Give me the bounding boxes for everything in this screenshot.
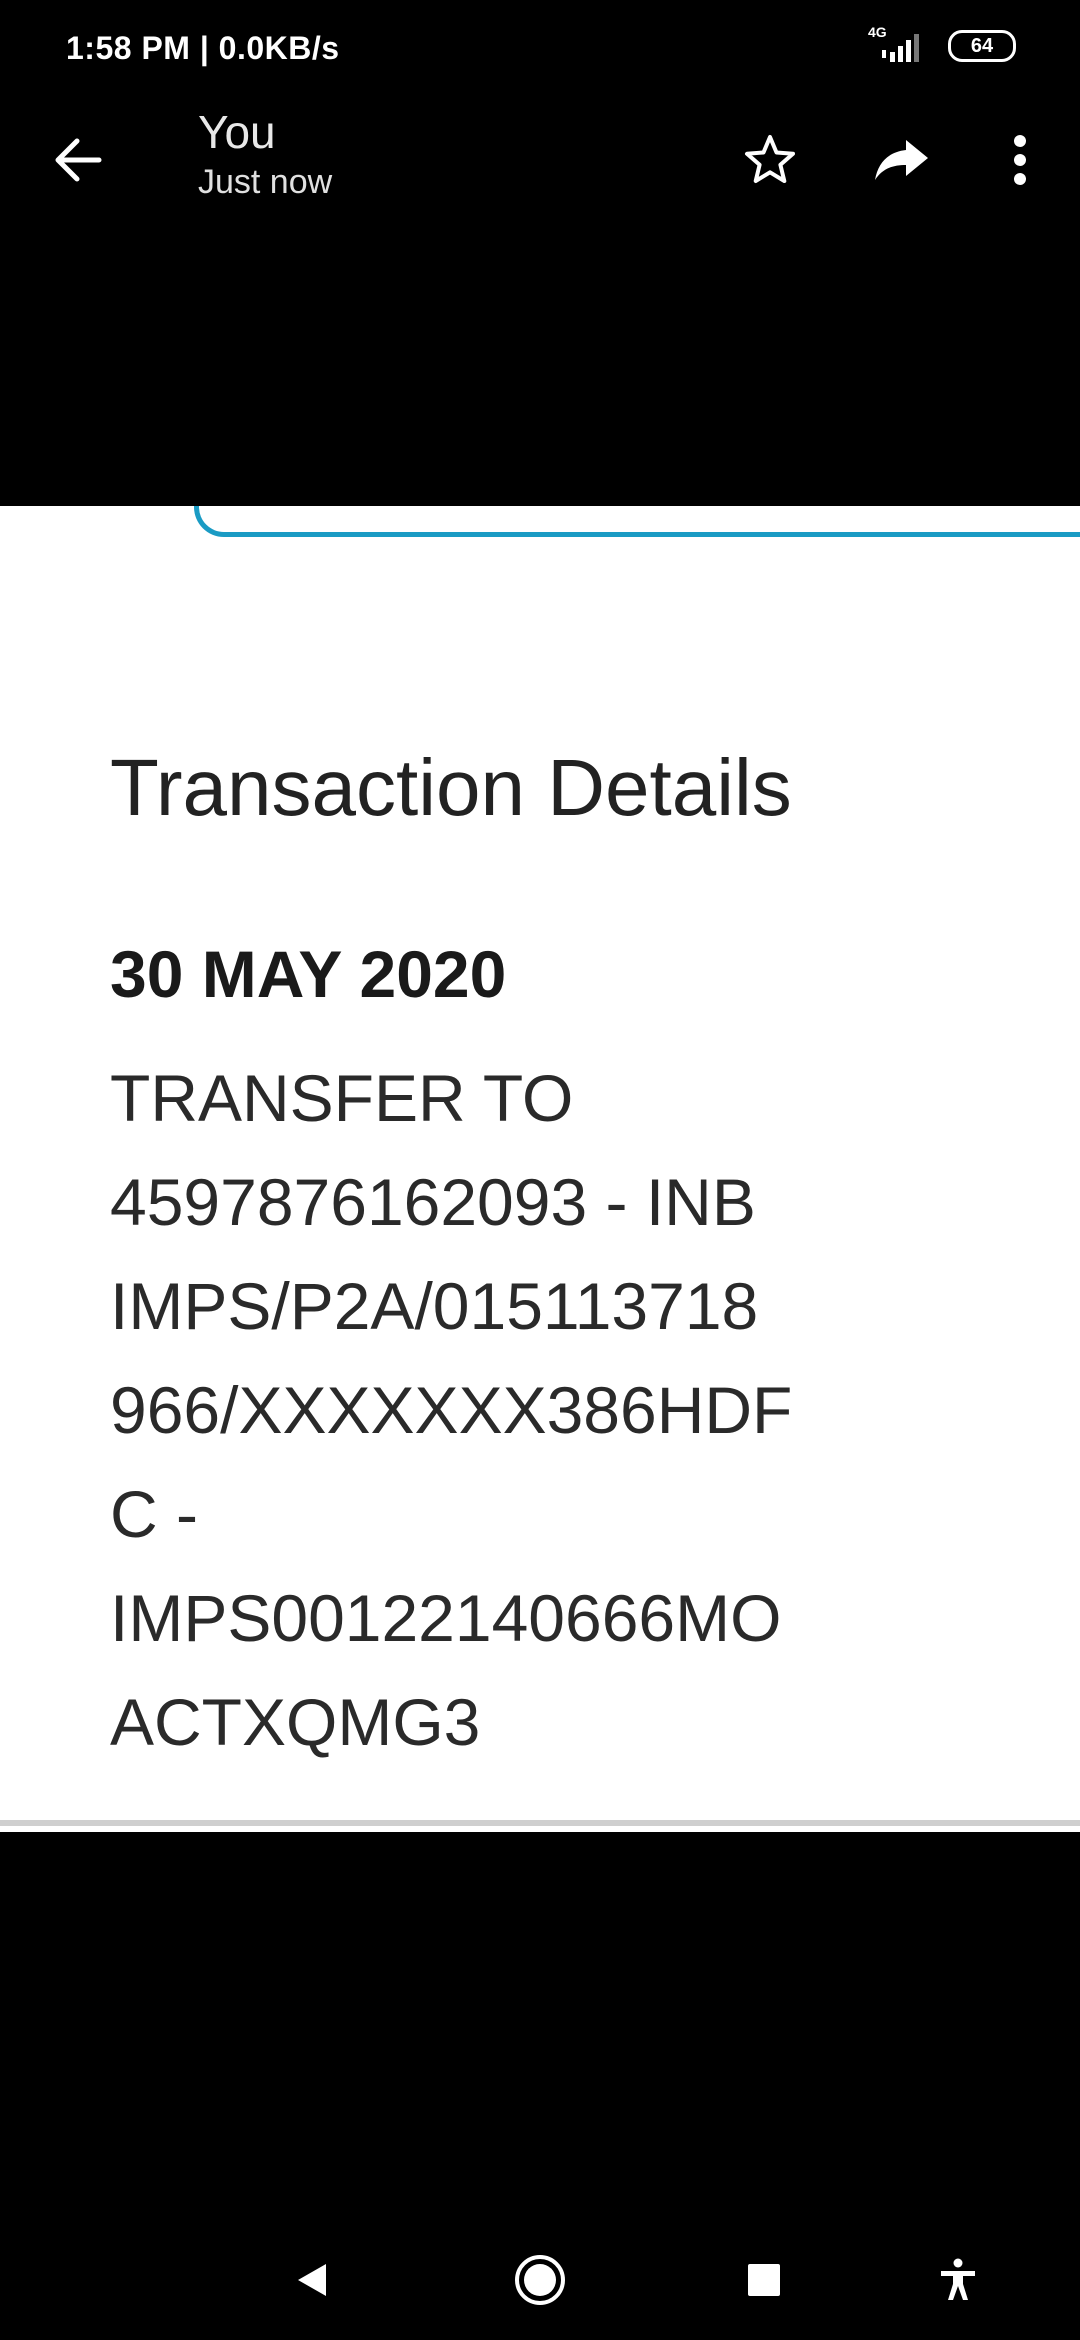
recents-square-icon — [748, 2264, 780, 2296]
star-button[interactable] — [732, 122, 808, 198]
accessibility-icon — [941, 2258, 975, 2300]
nav-accessibility-button[interactable] — [922, 2244, 994, 2316]
accent-frame — [194, 506, 1080, 537]
signal-icon: 4G — [868, 24, 930, 64]
divider — [0, 1820, 1080, 1826]
document-heading: Transaction Details — [110, 743, 792, 832]
nav-back-button[interactable] — [276, 2244, 348, 2316]
image-preview[interactable]: Transaction Details 30 MAY 2020 TRANSFER… — [0, 506, 1080, 1832]
description-line: ACTXQMG3 — [110, 1685, 481, 1759]
description-line: IMPS/P2A/015113718 — [110, 1269, 759, 1343]
back-triangle-icon — [298, 2264, 326, 2296]
home-circle-icon — [515, 2255, 565, 2305]
sender-info: You Just now — [198, 104, 332, 204]
battery-indicator: 64 — [948, 30, 1016, 62]
navigation-bar — [0, 2220, 1080, 2340]
status-indicators: 4G 64 — [868, 24, 1016, 64]
nav-recents-button[interactable] — [728, 2244, 800, 2316]
status-time-speed: 1:58 PM | 0.0KB/s — [66, 30, 340, 66]
description-line: 4597876162093 - INB — [110, 1165, 756, 1239]
back-button[interactable] — [40, 122, 116, 198]
description-line: 966/XXXXXXX386HDF — [110, 1373, 793, 1447]
description-line: TRANSFER TO — [110, 1061, 574, 1135]
description-line: C - — [110, 1477, 198, 1551]
nav-home-button[interactable] — [504, 2244, 576, 2316]
forward-icon — [875, 140, 928, 180]
forward-button[interactable] — [864, 122, 940, 198]
status-bar: 1:58 PM | 0.0KB/s 4G 64 — [0, 0, 1080, 100]
more-vertical-icon — [1014, 135, 1026, 185]
star-icon — [745, 135, 795, 183]
message-timestamp: Just now — [198, 163, 333, 201]
transaction-date: 30 MAY 2020 — [110, 937, 507, 1011]
network-type-label: 4G — [868, 24, 887, 40]
more-options-button[interactable] — [982, 122, 1058, 198]
description-line: IMPS00122140666MO — [110, 1581, 782, 1655]
back-arrow-icon — [55, 138, 102, 182]
transaction-description: TRANSFER TO 4597876162093 - INB IMPS/P2A… — [110, 1046, 1010, 1774]
screen: 1:58 PM | 0.0KB/s 4G 64 You Just now Tra… — [0, 0, 1080, 2340]
sender-name: You — [198, 106, 276, 158]
app-bar: You Just now — [0, 100, 1080, 220]
